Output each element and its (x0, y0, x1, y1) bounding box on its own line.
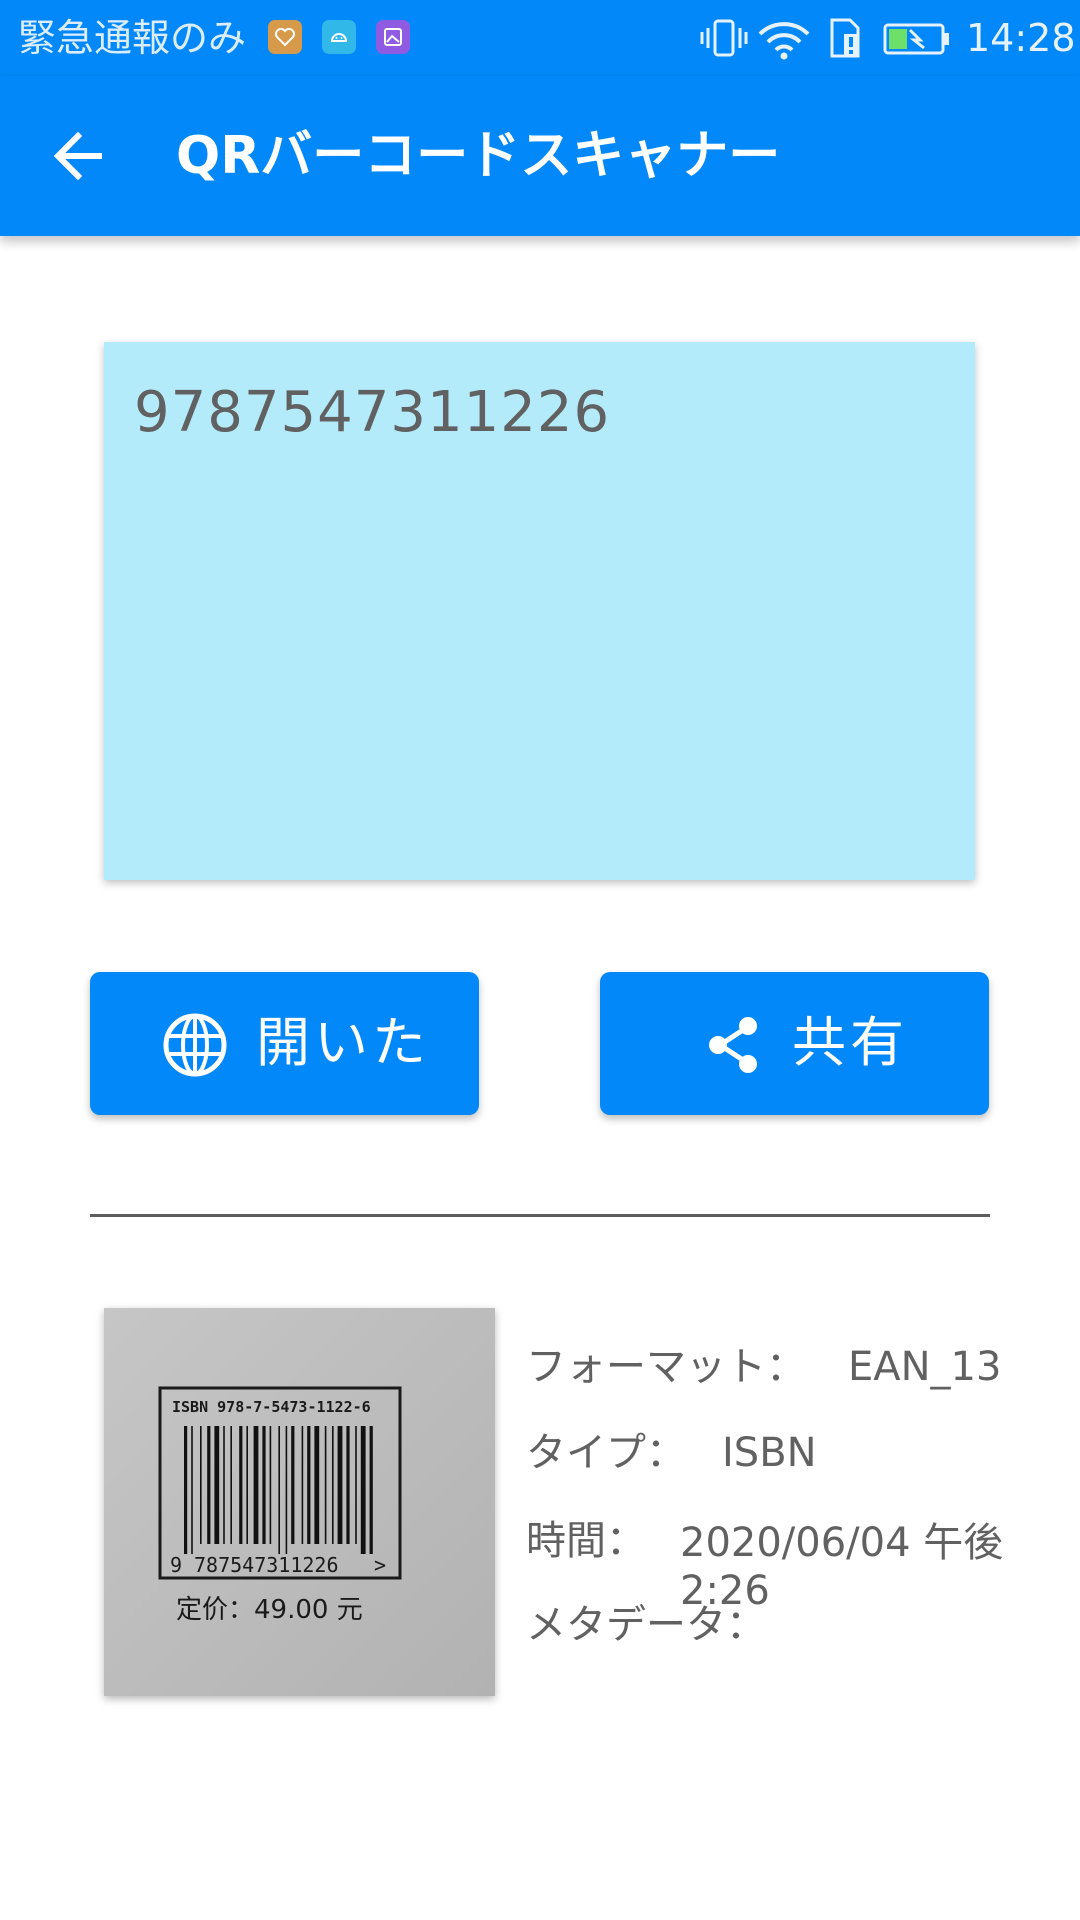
app-title: QRバーコードスキャナー (176, 126, 781, 186)
barcode-bar (291, 1426, 295, 1544)
barcode-bar (239, 1426, 243, 1544)
barcode-bar (355, 1426, 357, 1544)
open-button-label: 開いた (256, 1011, 430, 1074)
barcode-bar (337, 1426, 343, 1544)
battery-charging-icon (883, 23, 949, 55)
arrow-back-icon (53, 131, 102, 181)
back-button[interactable] (40, 116, 120, 196)
isbn-header-text: ISBN 978-7-5473-1122-6 (172, 1398, 371, 1416)
type-label: タイプ： (526, 1430, 686, 1476)
barcode-bar (230, 1426, 232, 1544)
share-icon (709, 1017, 757, 1073)
android-notification-icon (322, 20, 356, 54)
barcode-bar (262, 1426, 266, 1544)
barcode-digit-prefix: 9 (170, 1553, 182, 1577)
barcode-bar (207, 1426, 211, 1544)
share-button-label: 共有 (792, 1011, 908, 1074)
barcode-bar (223, 1426, 225, 1544)
barcode-bar (200, 1426, 202, 1544)
barcode-bar (301, 1426, 304, 1544)
scan-result-text[interactable]: 9787547311226 (134, 380, 610, 445)
clock: 14:28 (966, 16, 1076, 60)
barcode-bar (285, 1426, 288, 1554)
barcode-bar (314, 1426, 320, 1544)
barcode-bar (307, 1426, 311, 1544)
status-bar: 緊急通報のみ 14:28 (0, 0, 1080, 76)
barcode-bar (346, 1426, 350, 1544)
format-value: EAN_13 (848, 1344, 1002, 1390)
wifi-icon (758, 22, 810, 60)
app-bar: QRバーコードスキャナー (0, 76, 1080, 236)
barcode-bar (246, 1426, 248, 1544)
scan-result-card[interactable]: 9787547311226 (104, 342, 975, 880)
barcode-bar (214, 1426, 220, 1544)
barcode-photo: ISBN 978-7-5473-1122-6 9 787547311226 > … (104, 1308, 495, 1696)
open-button[interactable]: 開いた (90, 972, 479, 1115)
share-button[interactable]: 共有 (600, 972, 989, 1115)
section-divider (90, 1214, 990, 1217)
globe-icon (163, 1013, 227, 1077)
barcode-digits: 787547311226 (194, 1553, 339, 1577)
price-text: 定价：49.00 元 (176, 1595, 363, 1625)
type-value: ISBN (722, 1430, 817, 1476)
format-label: フォーマット： (526, 1344, 806, 1390)
barcode-bar (191, 1426, 193, 1554)
vibrate-icon (700, 19, 748, 57)
barcode-bar (253, 1426, 259, 1544)
barcode-bar (332, 1426, 334, 1544)
health-app-notification-icon (268, 20, 302, 54)
gallery-notification-icon (376, 20, 410, 54)
barcode-bar (184, 1426, 188, 1554)
scanned-barcode-image[interactable]: ISBN 978-7-5473-1122-6 9 787547311226 > … (104, 1308, 495, 1696)
barcode-bar (324, 1426, 327, 1544)
barcode-digit-suffix: > (374, 1553, 386, 1577)
sim-alert-icon (830, 18, 860, 58)
barcode-bar (269, 1426, 272, 1544)
barcode-bar (369, 1426, 373, 1554)
barcode-bar (360, 1426, 366, 1554)
barcode-bar (278, 1426, 280, 1554)
time-value-date: 2020/06/04 午後 (680, 1520, 1004, 1566)
carrier-status-text: 緊急通報のみ (18, 16, 247, 60)
metadata-label: メタデータ： (526, 1602, 766, 1648)
time-label: 時間： (526, 1518, 646, 1564)
